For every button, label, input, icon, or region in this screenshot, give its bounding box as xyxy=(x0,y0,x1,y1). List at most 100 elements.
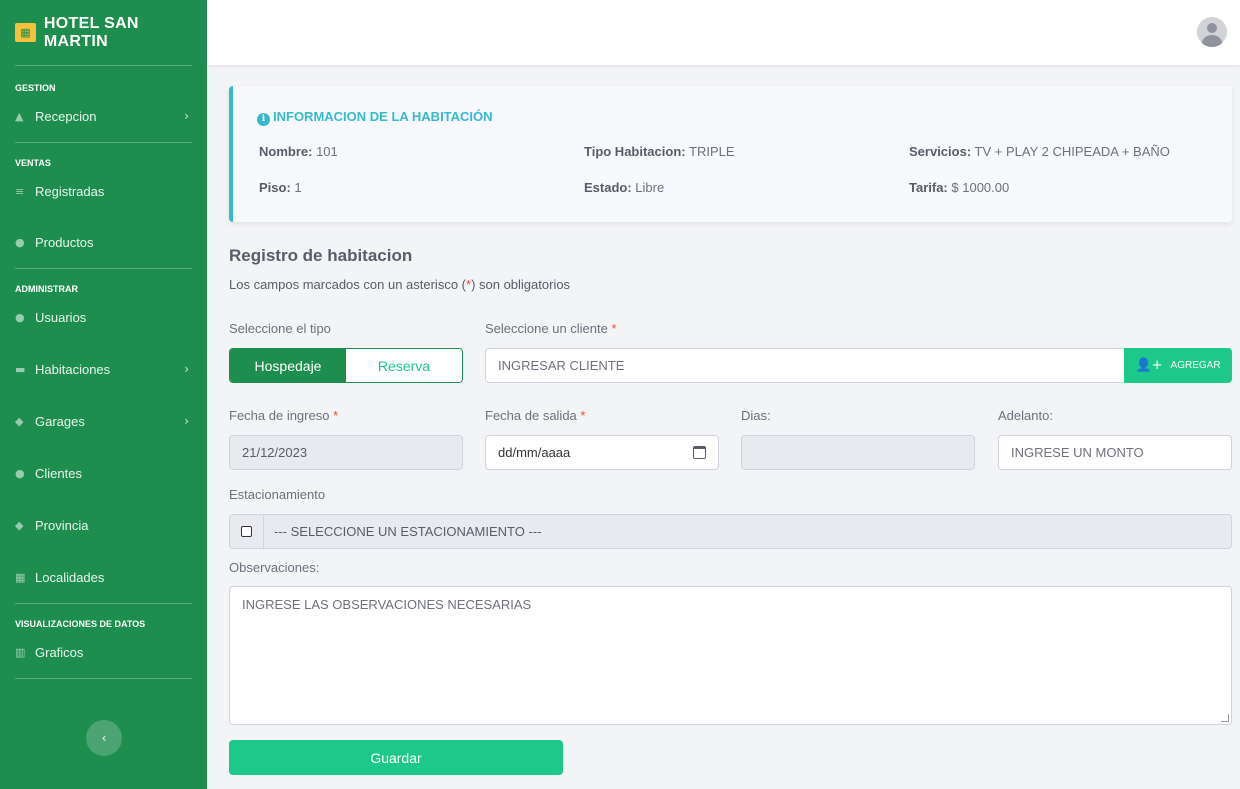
tipo-label: Seleccione el tipo xyxy=(229,321,331,336)
chart-icon: ▥ xyxy=(15,645,26,659)
tipo-reserva-button[interactable]: Reserva xyxy=(346,349,462,382)
sidebar: ▦ HOTEL SAN MARTIN GESTION ▲ Recepcion ›… xyxy=(0,0,207,789)
sidebar-item-label: Habitaciones xyxy=(35,361,111,377)
estacionamiento-placeholder: --- SELECCIONE UN ESTACIONAMIENTO --- xyxy=(274,524,542,539)
avatar[interactable] xyxy=(1197,17,1227,47)
observaciones-textarea[interactable]: INGRESE LAS OBSERVACIONES NECESARIAS xyxy=(229,586,1232,725)
save-button[interactable]: Guardar xyxy=(229,740,563,775)
box-icon: ● xyxy=(15,235,25,249)
salida-date-field[interactable]: dd/mm/aaaa xyxy=(485,435,719,470)
form-title: Registro de habitacion xyxy=(229,246,413,265)
user-icon: ● xyxy=(15,310,25,324)
info-icon: i xyxy=(257,113,270,126)
sidebar-item-label: Graficos xyxy=(35,644,84,660)
room-info-title-text: INFORMACION DE LA HABITACIÓN xyxy=(273,109,493,124)
adelanto-input[interactable]: INGRESE UN MONTO xyxy=(998,435,1232,470)
dias-label: Dias: xyxy=(741,408,771,423)
form-subtitle-post: ) son obligatorios xyxy=(471,277,571,292)
estacionamiento-checkbox[interactable] xyxy=(241,526,252,537)
dias-field xyxy=(741,435,975,470)
section-heading-gestion: GESTION xyxy=(15,83,56,93)
section-heading-visualizaciones: VISUALIZACIONES DE DATOS xyxy=(15,619,146,629)
info-nombre: Nombre: 101 xyxy=(259,144,338,159)
chevron-right-icon: › xyxy=(184,414,189,428)
required-mark: * xyxy=(580,408,586,423)
section-heading-administrar: ADMINISTRAR xyxy=(15,284,78,294)
ingreso-label-text: Fecha de ingreso xyxy=(229,408,330,423)
sidebar-item-clientes[interactable]: ● Clientes xyxy=(0,457,207,489)
sidebar-item-label: Clientes xyxy=(35,465,82,481)
sidebar-item-recepcion[interactable]: ▲ Recepcion › xyxy=(0,100,207,132)
users-icon: ● xyxy=(15,466,25,480)
form-subtitle-pre: Los campos marcados con un asterisco ( xyxy=(229,277,466,292)
bed-icon: ▬ xyxy=(15,362,26,376)
calendar-icon[interactable] xyxy=(693,446,706,459)
sidebar-toggle-button[interactable]: ‹ xyxy=(86,720,122,756)
tipo-toggle: Hospedaje Reserva xyxy=(229,348,463,383)
salida-label: Fecha de salida * xyxy=(485,408,585,423)
info-tarifa-label: Tarifa: xyxy=(909,180,948,195)
info-servicios: Servicios: TV + PLAY 2 CHIPEADA + BAÑO xyxy=(909,144,1170,159)
info-servicios-label: Servicios: xyxy=(909,144,972,159)
user-plus-icon: 👤+ xyxy=(1135,358,1163,373)
info-tarifa: Tarifa: $ 1000.00 xyxy=(909,180,1009,195)
chevron-left-icon: ‹ xyxy=(101,731,107,745)
chevron-right-icon: › xyxy=(184,109,189,123)
list-icon: ≡ xyxy=(15,184,25,198)
sidebar-item-usuarios[interactable]: ● Usuarios xyxy=(0,301,207,333)
sidebar-item-label: Usuarios xyxy=(35,309,87,325)
divider xyxy=(15,678,192,679)
sidebar-item-productos[interactable]: ● Productos xyxy=(0,226,207,258)
form-subtitle: Los campos marcados con un asterisco (*)… xyxy=(229,277,570,292)
agregar-label: AGREGAR xyxy=(1170,360,1221,371)
info-servicios-value: TV + PLAY 2 CHIPEADA + BAÑO xyxy=(974,144,1170,159)
info-tipo-value: TRIPLE xyxy=(689,144,735,159)
sidebar-item-garages[interactable]: ◆ Garages › xyxy=(0,405,207,437)
ingreso-label: Fecha de ingreso * xyxy=(229,408,338,423)
resize-handle[interactable] xyxy=(1221,714,1229,722)
sidebar-item-provincia[interactable]: ◆ Provincia xyxy=(0,509,207,541)
info-estado: Estado: Libre xyxy=(584,180,664,195)
car-icon: ◆ xyxy=(15,414,24,428)
room-info-card: i INFORMACION DE LA HABITACIÓN Nombre: 10… xyxy=(229,86,1232,222)
estacionamiento-label: Estacionamiento xyxy=(229,487,326,502)
sidebar-brand[interactable]: ▦ HOTEL SAN MARTIN xyxy=(0,0,207,65)
brand-name: HOTEL SAN MARTIN xyxy=(43,14,139,50)
info-estado-label: Estado: xyxy=(584,180,632,195)
info-tarifa-value: $ 1000.00 xyxy=(951,180,1010,195)
info-piso: Piso: 1 xyxy=(259,180,302,195)
tipo-hospedaje-button[interactable]: Hospedaje xyxy=(230,349,346,382)
estacionamiento-checkbox-wrap xyxy=(230,515,264,548)
sidebar-item-habitaciones[interactable]: ▬ Habitaciones › xyxy=(0,353,207,385)
salida-label-text: Fecha de salida xyxy=(485,408,577,423)
avatar-body xyxy=(1202,35,1222,47)
chevron-right-icon: › xyxy=(184,362,189,376)
cliente-label-text: Seleccione un cliente xyxy=(485,321,608,336)
sidebar-item-label: Productos xyxy=(35,234,94,250)
sidebar-item-label: Recepcion xyxy=(35,108,97,124)
observaciones-placeholder: INGRESE LAS OBSERVACIONES NECESARIAS xyxy=(242,597,532,612)
info-estado-value: Libre xyxy=(635,180,665,195)
sidebar-item-registradas[interactable]: ≡ Registradas xyxy=(0,175,207,207)
info-piso-value: 1 xyxy=(294,180,302,195)
sidebar-item-label: Provincia xyxy=(35,517,89,533)
info-tipo-label: Tipo Habitacion: xyxy=(584,144,686,159)
estacionamiento-select[interactable]: --- SELECCIONE UN ESTACIONAMIENTO --- xyxy=(229,514,1232,549)
topbar xyxy=(207,0,1240,65)
cliente-label: Seleccione un cliente * xyxy=(485,321,617,336)
sidebar-item-localidades[interactable]: ▦ Localidades xyxy=(0,561,207,593)
sidebar-item-graficos[interactable]: ▥ Graficos xyxy=(0,636,207,668)
agregar-button[interactable]: 👤+ AGREGAR xyxy=(1124,348,1232,383)
building-icon: ▦ xyxy=(15,570,26,584)
map-icon: ◆ xyxy=(15,518,24,532)
cliente-input[interactable]: INGRESAR CLIENTE xyxy=(485,348,1125,383)
required-mark: * xyxy=(333,408,339,423)
info-nombre-value: 101 xyxy=(316,144,338,159)
room-info-title: i INFORMACION DE LA HABITACIÓN xyxy=(257,109,493,126)
sidebar-item-label: Localidades xyxy=(35,569,105,585)
ingreso-date-field[interactable]: 21/12/2023 xyxy=(229,435,463,470)
info-piso-label: Piso: xyxy=(259,180,291,195)
info-nombre-label: Nombre: xyxy=(259,144,313,159)
sidebar-item-label: Garages xyxy=(35,413,85,429)
avatar-head xyxy=(1207,23,1217,33)
